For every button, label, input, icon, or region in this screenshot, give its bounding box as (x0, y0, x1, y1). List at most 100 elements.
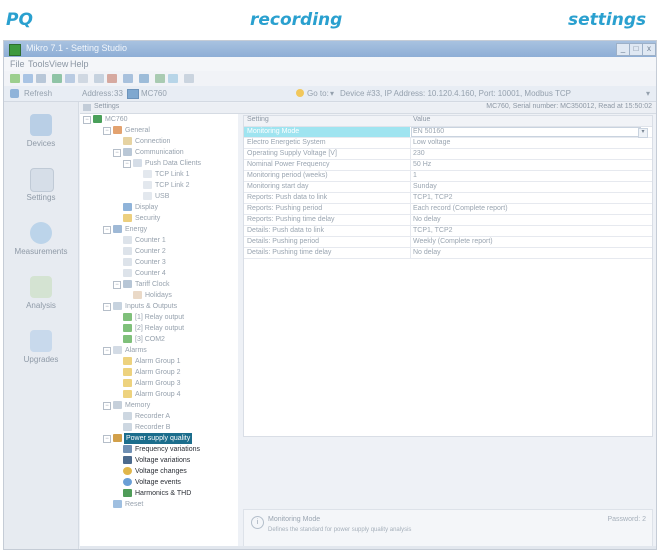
dropdown-caret-icon[interactable]: ▾ (330, 89, 334, 98)
header-value: Value (413, 116, 431, 123)
expander-icon[interactable]: − (103, 226, 111, 234)
power-quality-icon (113, 434, 122, 442)
table-row[interactable]: Reports: Pushing period Each record (Comp… (244, 204, 652, 215)
settings-nav-icon (30, 168, 54, 192)
expander-icon[interactable]: − (113, 149, 121, 157)
port-icon (123, 335, 132, 343)
recorder-icon (123, 423, 132, 431)
setting-value[interactable]: No delay (413, 248, 441, 258)
menu-file[interactable]: File (10, 59, 25, 69)
setting-value[interactable]: Each record (Complete report) (413, 204, 508, 214)
frequency-icon (123, 445, 132, 453)
lock-icon (123, 214, 132, 222)
dropdown-arrow-icon[interactable]: ▾ (638, 128, 648, 138)
display-icon (123, 203, 132, 211)
toolbar (4, 71, 656, 86)
setting-name: Operating Supply Voltage [V] (247, 150, 337, 157)
expander-icon[interactable]: − (103, 303, 111, 311)
folder-icon (133, 159, 142, 167)
address-field[interactable]: 33 (114, 89, 123, 98)
save-icon[interactable] (36, 74, 46, 83)
caption: PQ recording settings (0, 2, 658, 36)
setting-value[interactable]: Low voltage (413, 138, 450, 148)
new-icon[interactable] (10, 74, 20, 83)
device-icon (127, 89, 139, 99)
table-row[interactable]: Monitoring period (weeks) 1 (244, 171, 652, 182)
table-row[interactable]: Reports: Pushing time delay No delay (244, 215, 652, 226)
app-icon (9, 44, 21, 56)
settings-icon[interactable] (184, 74, 194, 83)
print-icon[interactable] (94, 74, 104, 83)
nav-settings[interactable]: Settings (4, 168, 78, 214)
expander-icon[interactable]: − (103, 347, 111, 355)
menu-view[interactable]: View (49, 59, 68, 69)
table-row[interactable]: Details: Pushing time delay No delay (244, 248, 652, 259)
counter-icon (123, 258, 132, 266)
table-row[interactable]: Nominal Power Frequency 50 Hz (244, 160, 652, 171)
caption-settings: settings (568, 10, 647, 30)
window-title: Mikro 7.1 - Setting Studio (26, 43, 128, 53)
goto-label[interactable]: Go to: (307, 89, 329, 98)
nav-analysis[interactable]: Analysis (4, 276, 78, 322)
status-bar (80, 546, 656, 549)
expander-icon[interactable]: − (83, 116, 91, 124)
setting-value[interactable]: TCP1, TCP2 (413, 226, 453, 236)
setting-value-dropdown[interactable]: EN 50160 (413, 127, 444, 137)
setting-value[interactable]: 230 (413, 149, 425, 159)
compare-icon[interactable] (139, 74, 149, 83)
read-icon[interactable] (52, 74, 62, 83)
header-setting: Setting (247, 116, 269, 123)
setting-value[interactable]: 1 (413, 171, 417, 181)
close-button[interactable]: x (642, 43, 656, 56)
expander-icon[interactable]: − (103, 435, 111, 443)
table-row[interactable]: Electro Energetic System Low voltage (244, 138, 652, 149)
help-title: Monitoring Mode (268, 516, 321, 523)
table-row[interactable]: Details: Push data to link TCP1, TCP2 (244, 226, 652, 237)
copy-icon[interactable] (78, 74, 88, 83)
setting-value[interactable]: 50 Hz (413, 160, 431, 170)
export-icon[interactable] (155, 74, 165, 83)
nav-devices-label: Devices (26, 139, 56, 148)
setting-value[interactable]: Weekly (Complete report) (413, 237, 493, 247)
setting-name: Details: Pushing period (247, 238, 319, 245)
help-description: Defines the standard for power supply qu… (268, 527, 412, 533)
upgrades-icon (30, 330, 52, 352)
delete-icon[interactable] (107, 74, 117, 83)
setting-name: Reports: Pushing period (247, 205, 323, 212)
relay-icon (123, 313, 132, 321)
table-row[interactable]: Details: Pushing period Weekly (Complete … (244, 237, 652, 248)
table-row[interactable]: Reports: Push data to link TCP1, TCP2 (244, 193, 652, 204)
settings-small-icon (83, 104, 91, 111)
settings-header: Settings MC760, Serial number: MC350012,… (80, 103, 656, 114)
setting-value[interactable]: No delay (413, 215, 441, 225)
nav-upgrades[interactable]: Upgrades (4, 330, 78, 376)
recorder-icon (123, 412, 132, 420)
expander-icon[interactable]: − (103, 127, 111, 135)
expander-icon[interactable]: − (113, 281, 121, 289)
address-dropdown-icon[interactable]: ▾ (646, 89, 650, 98)
nav-devices[interactable]: Devices (4, 114, 78, 160)
menu-tools[interactable]: Tools (28, 59, 49, 69)
setting-value[interactable]: TCP1, TCP2 (413, 193, 453, 203)
table-row[interactable]: Operating Supply Voltage [V] 230 (244, 149, 652, 160)
counter-icon (123, 269, 132, 277)
settings-grid: Setting Value Monitoring Mode EN 50160 ▾… (243, 115, 653, 437)
communication-icon (123, 148, 132, 156)
open-icon[interactable] (23, 74, 33, 83)
expander-icon[interactable]: − (103, 402, 111, 410)
setting-name: Reports: Push data to link (247, 194, 328, 201)
setting-value[interactable]: Sunday (413, 182, 437, 192)
menu-help[interactable]: Help (70, 59, 89, 69)
star-icon[interactable] (296, 89, 304, 97)
upload-icon[interactable] (168, 74, 178, 83)
refresh-icon[interactable] (123, 74, 133, 83)
expander-icon[interactable]: − (123, 160, 131, 168)
nav-measurements[interactable]: Measurements (4, 222, 78, 268)
maximize-button[interactable]: □ (629, 43, 643, 56)
write-icon[interactable] (65, 74, 75, 83)
minimize-button[interactable]: _ (616, 43, 630, 56)
refresh-button[interactable]: Refresh (24, 89, 52, 98)
table-row[interactable]: Monitoring start day Sunday (244, 182, 652, 193)
refresh-arrow-icon[interactable] (10, 89, 19, 98)
table-row[interactable]: Monitoring Mode EN 50160 ▾ (244, 127, 652, 138)
